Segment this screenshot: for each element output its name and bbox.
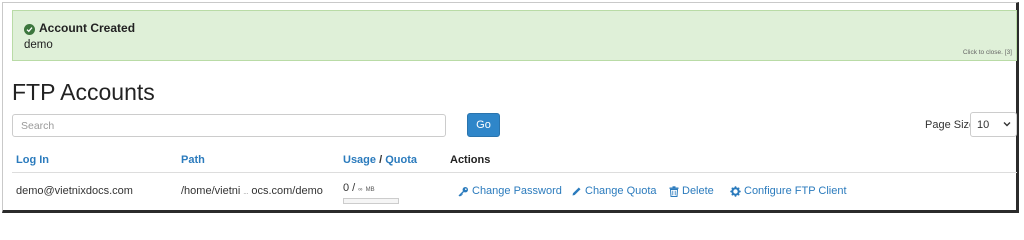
change-quota-link[interactable]: Change Quota bbox=[571, 185, 657, 197]
usage-unit: MB bbox=[365, 187, 375, 193]
alert-title: Account Created bbox=[39, 21, 136, 35]
change-quota-label: Change Quota bbox=[585, 185, 657, 197]
path-overlap: ... bbox=[243, 190, 249, 196]
go-button[interactable]: Go bbox=[467, 113, 500, 137]
trash-icon bbox=[669, 185, 679, 197]
check-circle-icon bbox=[24, 24, 35, 35]
configure-ftp-client-label: Configure FTP Client bbox=[744, 185, 847, 197]
table-header-divider bbox=[12, 172, 1017, 173]
column-header-actions: Actions bbox=[450, 154, 491, 166]
column-header-separator: / bbox=[376, 154, 386, 166]
delete-label: Delete bbox=[682, 185, 714, 197]
alert-close-link[interactable]: Click to close. [3] bbox=[963, 49, 1012, 56]
page-size-value: 10 bbox=[977, 119, 990, 131]
column-header-usage-quota: Usage / Quota bbox=[343, 154, 417, 166]
column-header-login[interactable]: Log In bbox=[16, 154, 49, 166]
alert-message: demo bbox=[24, 39, 53, 51]
column-header-path[interactable]: Path bbox=[181, 154, 205, 166]
page-title: FTP Accounts bbox=[12, 79, 155, 105]
path-cell: /home/vietni... ocs.com/demo bbox=[181, 185, 323, 197]
delete-link[interactable]: Delete bbox=[669, 185, 714, 197]
usage-cell: 0 / ∞ MB bbox=[343, 182, 375, 194]
gear-icon bbox=[730, 185, 741, 197]
page-size-select[interactable]: 10 bbox=[970, 112, 1017, 137]
change-password-label: Change Password bbox=[472, 185, 562, 197]
path-end-text: ocs.com/demo bbox=[251, 185, 323, 197]
configure-ftp-client-link[interactable]: Configure FTP Client bbox=[730, 185, 847, 197]
page-size-label: Page Size bbox=[925, 119, 976, 131]
search-input[interactable] bbox=[12, 114, 446, 137]
key-icon bbox=[458, 186, 469, 197]
usage-value: 0 / bbox=[343, 182, 356, 194]
chevron-down-icon bbox=[1003, 119, 1011, 131]
success-alert: Account Created demo Click to close. [3] bbox=[12, 10, 1017, 61]
path-text: /home/vietni bbox=[181, 185, 241, 197]
column-header-usage[interactable]: Usage bbox=[343, 154, 376, 166]
usage-limit: ∞ bbox=[358, 187, 363, 193]
change-password-link[interactable]: Change Password bbox=[458, 185, 562, 197]
usage-progress-bar bbox=[343, 198, 399, 204]
column-header-quota[interactable]: Quota bbox=[385, 154, 417, 166]
login-cell: demo@vietnixdocs.com bbox=[16, 185, 133, 197]
pencil-icon bbox=[571, 186, 582, 197]
